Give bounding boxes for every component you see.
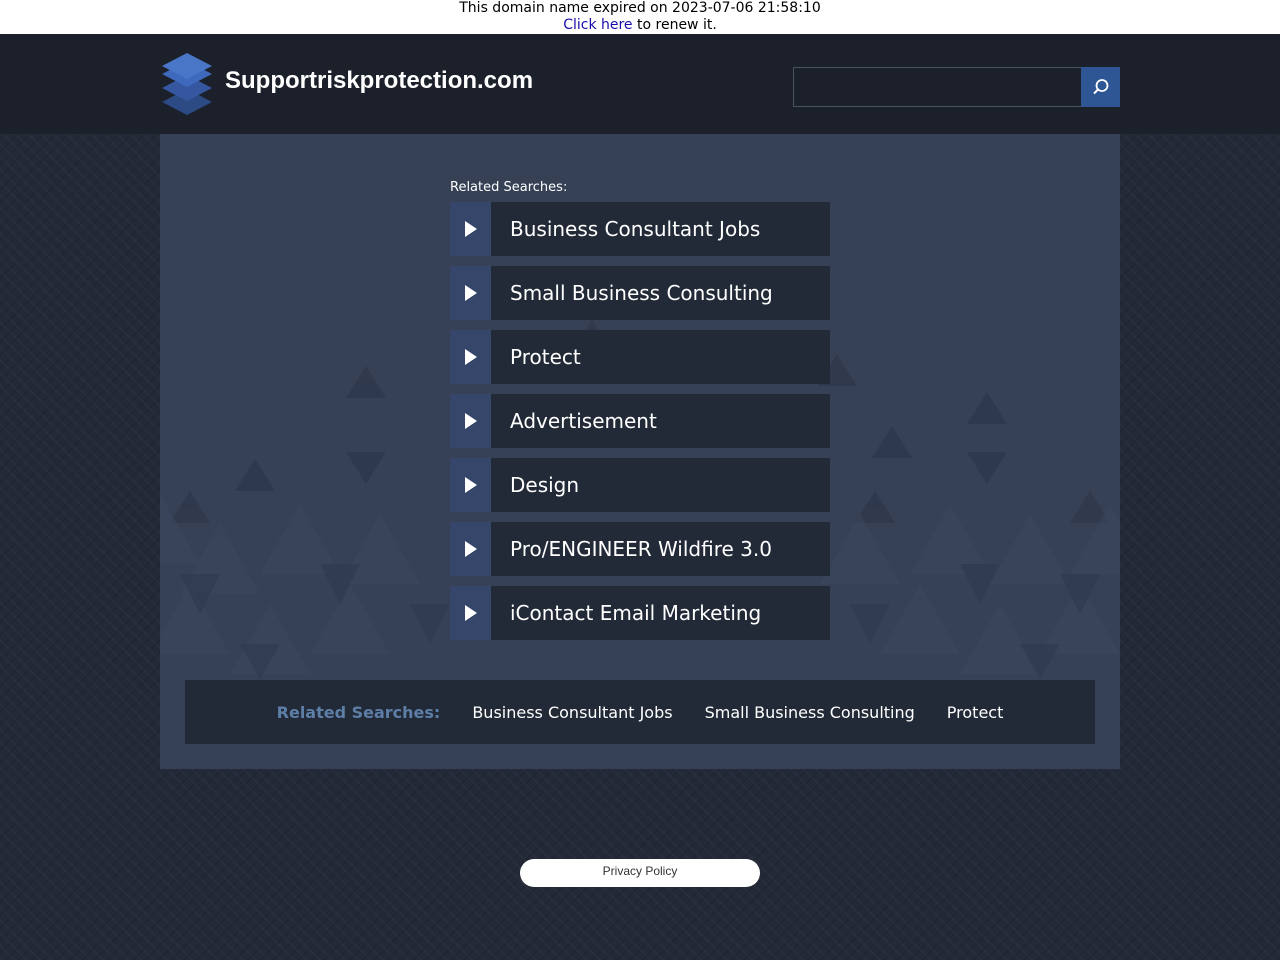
related-link-design[interactable]: Design [450, 458, 830, 512]
related-link-label: Design [510, 473, 580, 497]
renew-link[interactable]: Click here [563, 17, 632, 33]
arrow-box [450, 330, 491, 384]
site-title[interactable]: Supportriskprotection.com [225, 66, 533, 96]
arrow-box [450, 522, 491, 576]
play-arrow-icon [464, 541, 477, 557]
related-link-label: Pro/ENGINEER Wildfire 3.0 [510, 537, 772, 561]
related-link-label: Advertisement [510, 409, 657, 433]
related-link-advertisement[interactable]: Advertisement [450, 394, 830, 448]
related-link-pro-engineer-wildfire[interactable]: Pro/ENGINEER Wildfire 3.0 [450, 522, 830, 576]
arrow-box [450, 202, 491, 256]
related-link-label: iContact Email Marketing [510, 601, 762, 625]
play-arrow-icon [464, 221, 477, 237]
related-link-small-business-consulting[interactable]: Small Business Consulting [450, 266, 830, 320]
stacked-layers-icon [162, 53, 212, 115]
play-arrow-icon [464, 477, 477, 493]
play-arrow-icon [464, 605, 477, 621]
site-header: Supportriskprotection.com [0, 34, 1280, 134]
related-searches-heading: Related Searches: [450, 180, 568, 195]
play-arrow-icon [464, 349, 477, 365]
privacy-policy-button[interactable]: Privacy Policy [520, 859, 760, 887]
related-link-business-consultant-jobs[interactable]: Business Consultant Jobs [450, 202, 830, 256]
search-icon [1092, 79, 1108, 95]
play-arrow-icon [464, 413, 477, 429]
related-link-label: Business Consultant Jobs [510, 217, 761, 241]
renew-suffix: to renew it. [637, 17, 717, 33]
arrow-box [450, 266, 491, 320]
arrow-box [450, 458, 491, 512]
related-link-protect[interactable]: Protect [450, 330, 830, 384]
play-arrow-icon [464, 285, 477, 301]
related-link-label: Small Business Consulting [510, 281, 773, 305]
expiry-message: This domain name expired on 2023-07-06 2… [459, 0, 821, 16]
bottom-link-protect[interactable]: Protect [947, 703, 1004, 722]
bottom-link-business-consultant-jobs[interactable]: Business Consultant Jobs [472, 703, 672, 722]
expiry-notice-bar: This domain name expired on 2023-07-06 2… [0, 0, 1280, 34]
bottom-related-searches-bar: Related Searches: Business Consultant Jo… [185, 680, 1095, 744]
related-link-icontact-email-marketing[interactable]: iContact Email Marketing [450, 586, 830, 640]
arrow-box [450, 586, 491, 640]
search-button[interactable] [1081, 67, 1120, 107]
search-input[interactable] [793, 67, 1082, 107]
renew-line: Click here to renew it. [0, 17, 1280, 34]
bottom-link-small-business-consulting[interactable]: Small Business Consulting [705, 703, 915, 722]
related-link-label: Protect [510, 345, 581, 369]
main-panel: Related Searches: Business Consultant Jo… [160, 134, 1120, 769]
bottom-related-label: Related Searches: [276, 702, 441, 722]
arrow-box [450, 394, 491, 448]
